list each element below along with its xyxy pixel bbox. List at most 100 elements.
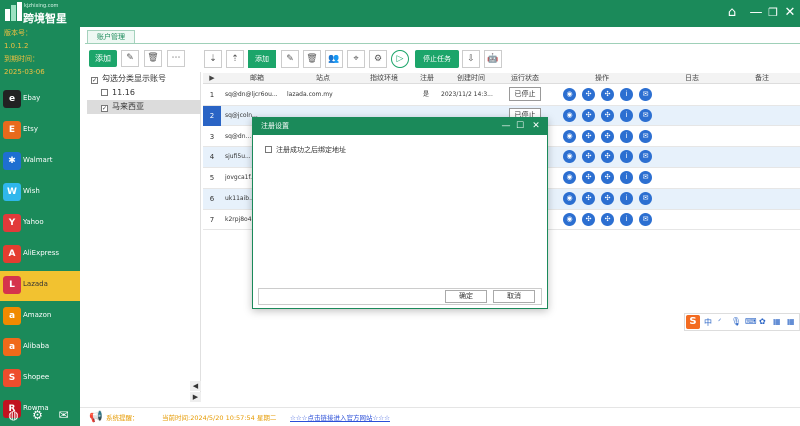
sidebar-item-yahoo[interactable]: Y Yahoo	[0, 209, 80, 239]
cancel-button[interactable]: 取消	[493, 290, 535, 303]
gear-icon[interactable]: ⚙	[31, 409, 44, 422]
info-icon[interactable]: i	[620, 129, 633, 143]
ok-button[interactable]: 确定	[445, 290, 487, 303]
location-icon[interactable]: ⌖	[347, 50, 365, 68]
chrome-icon[interactable]: ◉	[563, 129, 576, 143]
official-site-link[interactable]: ☆☆☆点击链接进入官方网站☆☆☆	[290, 412, 390, 422]
grid-icon[interactable]: ▦	[787, 317, 795, 326]
proxy-icon[interactable]: ✣	[582, 108, 595, 122]
status-button[interactable]: 已停止	[509, 87, 541, 101]
import-icon[interactable]: ⇣	[204, 50, 222, 68]
stop-task-button[interactable]: 停止任务	[415, 50, 459, 68]
proxy-icon[interactable]: ✣	[582, 171, 595, 185]
punctuation-icon[interactable]: ᐟ	[718, 317, 721, 326]
delete-icon[interactable]: 🗑	[144, 50, 162, 67]
edit-account-icon[interactable]: ✎	[281, 50, 299, 68]
dialog-minimize-icon[interactable]: —	[499, 118, 513, 135]
home-icon[interactable]: ⌂	[724, 5, 740, 21]
android-icon[interactable]: 🤖	[484, 50, 502, 68]
restore-icon[interactable]: ❐	[765, 5, 781, 21]
bind-address-checkbox[interactable]	[265, 146, 272, 153]
table-row[interactable]: 1 sq@dn@ljcr6ou... lazada.com.my 是 2023/11/2…	[203, 85, 800, 106]
info-icon[interactable]: i	[620, 171, 633, 185]
skin-icon[interactable]: ✿	[759, 317, 766, 326]
dialog-maximize-icon[interactable]: ☐	[513, 118, 527, 135]
tab-account-management[interactable]: 账户管理	[87, 30, 135, 43]
add-category-button[interactable]: 添加	[89, 50, 117, 67]
fingerprint-icon[interactable]: ✣	[601, 108, 614, 122]
sogou-icon[interactable]: S	[686, 315, 700, 329]
category-item[interactable]: ✓ 马来西亚	[87, 100, 201, 114]
proxy-icon[interactable]: ✣	[582, 150, 595, 164]
category-checkbox[interactable]	[101, 89, 108, 96]
mic-icon[interactable]: 🎙	[731, 317, 741, 326]
message-icon[interactable]: ✉	[639, 129, 652, 143]
fingerprint-icon[interactable]: ✣	[601, 192, 614, 205]
download-icon[interactable]: ⇩	[462, 50, 480, 68]
info-icon[interactable]: i	[620, 150, 633, 164]
add-account-button[interactable]: 添加	[248, 50, 276, 68]
message-icon[interactable]: ✉	[639, 192, 652, 205]
chrome-icon[interactable]: ◉	[563, 192, 576, 205]
scroll-right-icon[interactable]: ▶	[190, 392, 201, 402]
message-icon[interactable]: ✉	[639, 108, 652, 122]
sidebar-item-walmart[interactable]: ✱ Walmart	[0, 147, 80, 177]
fingerprint-icon[interactable]: ✣	[601, 150, 614, 164]
info-icon[interactable]: i	[620, 212, 633, 226]
mail-icon[interactable]: ✉	[57, 409, 70, 422]
proxy-icon[interactable]: ✣	[582, 192, 595, 205]
close-icon[interactable]: ✕	[782, 5, 798, 21]
chrome-icon[interactable]: ◉	[563, 108, 576, 122]
sidebar-item-ebay[interactable]: e Ebay	[0, 85, 80, 115]
more-icon[interactable]: ⋯	[167, 50, 185, 67]
sidebar-item-shopee[interactable]: S Shopee	[0, 364, 80, 394]
globe-icon[interactable]: ◍	[7, 409, 20, 422]
category-checkbox[interactable]: ✓	[101, 105, 108, 112]
info-icon[interactable]: i	[620, 192, 633, 205]
sidebar-item-lazada[interactable]: L Lazada	[0, 271, 80, 301]
edit-icon[interactable]: ✎	[121, 50, 139, 67]
toolbox-icon[interactable]: ▦	[773, 317, 781, 326]
sidebar-item-wish[interactable]: W Wish	[0, 178, 80, 208]
info-icon[interactable]: i	[620, 108, 633, 122]
sidebar-item-amazon[interactable]: a Amazon	[0, 302, 80, 332]
delete-account-icon[interactable]: 🗑	[303, 50, 321, 68]
chrome-icon[interactable]: ◉	[563, 171, 576, 185]
message-icon[interactable]: ✉	[639, 171, 652, 185]
sidebar-item-label: Etsy	[23, 125, 38, 133]
sidebar-item-aliexpress[interactable]: A AliExpress	[0, 240, 80, 270]
ime-lang[interactable]: 中	[704, 317, 712, 328]
start-icon[interactable]: ▷	[391, 50, 409, 68]
fingerprint-icon[interactable]: ✣	[601, 88, 614, 101]
message-icon[interactable]: ✉	[639, 88, 652, 101]
fingerprint-icon[interactable]: ✣	[601, 212, 614, 226]
sidebar-item-label: Walmart	[23, 156, 53, 164]
keyboard-icon[interactable]: ⌨	[745, 317, 757, 326]
col-status: 运行状态	[511, 74, 539, 82]
proxy-icon[interactable]: ✣	[582, 212, 595, 226]
chrome-icon[interactable]: ◉	[563, 212, 576, 226]
show-by-category-checkbox[interactable]: ✓	[91, 77, 98, 84]
fingerprint-icon[interactable]: ✣	[601, 129, 614, 143]
chrome-icon[interactable]: ◉	[563, 88, 576, 101]
message-icon[interactable]: ✉	[639, 212, 652, 226]
settings-icon[interactable]: ⚙	[369, 50, 387, 68]
proxy-icon[interactable]: ✣	[582, 88, 595, 101]
bind-address-option[interactable]: 注册成功之后绑定地址	[265, 145, 346, 155]
message-icon[interactable]: ✉	[639, 150, 652, 164]
users-icon[interactable]: 👥	[325, 50, 343, 68]
dialog-close-icon[interactable]: ✕	[529, 118, 543, 135]
sidebar-item-alibaba[interactable]: a Alibaba	[0, 333, 80, 363]
proxy-icon[interactable]: ✣	[582, 129, 595, 143]
sidebar-item-etsy[interactable]: E Etsy	[0, 116, 80, 146]
minimize-icon[interactable]: —	[748, 5, 764, 21]
category-label: 11.16	[112, 88, 135, 97]
info-icon[interactable]: i	[620, 88, 633, 101]
panel-scroll[interactable]: ◀ ▶	[190, 381, 202, 403]
chrome-icon[interactable]: ◉	[563, 150, 576, 164]
fingerprint-icon[interactable]: ✣	[601, 171, 614, 185]
category-item[interactable]: 11.16	[87, 86, 201, 100]
scroll-left-icon[interactable]: ◀	[190, 381, 201, 391]
show-by-category-toggle[interactable]: ✓ 勾选分类显示账号	[87, 72, 201, 86]
upload-icon[interactable]: ⇡	[226, 50, 244, 68]
